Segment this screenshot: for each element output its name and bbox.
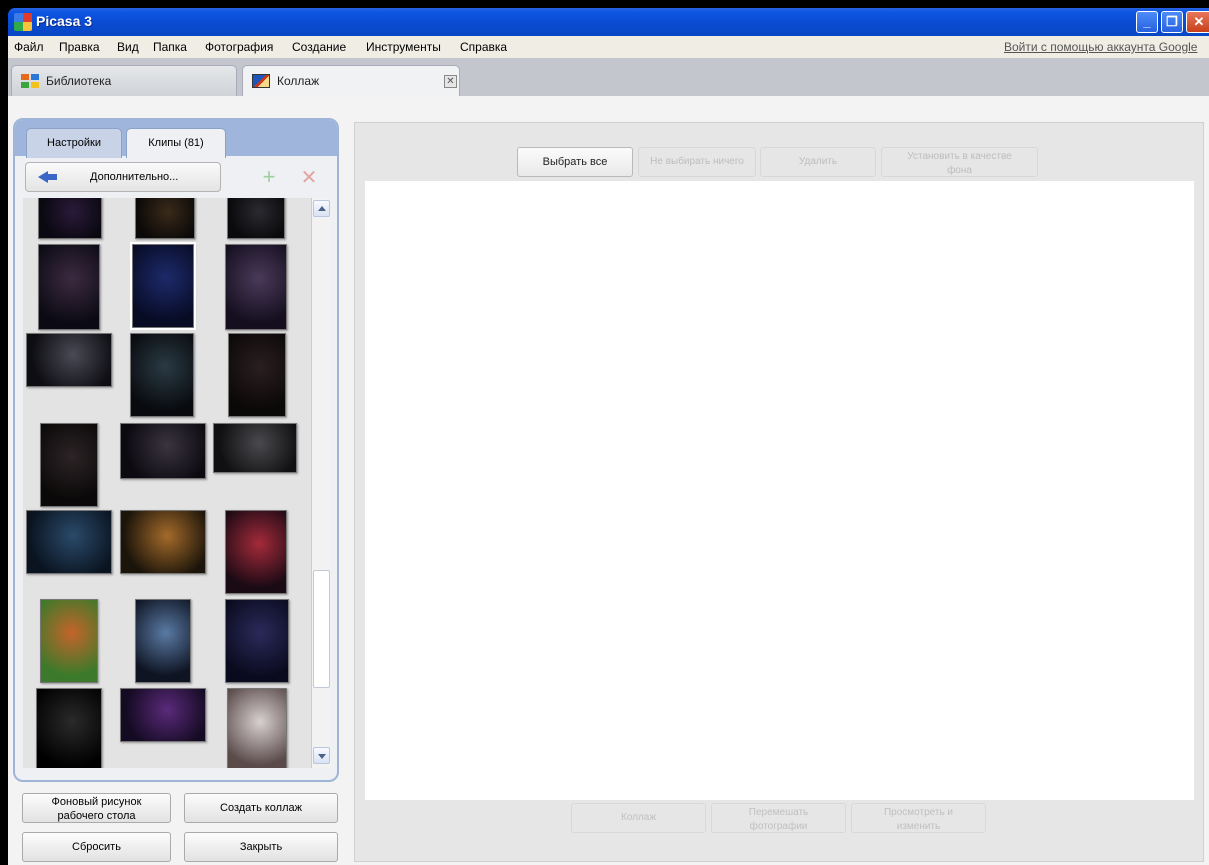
scroll-up-icon[interactable] — [313, 200, 330, 217]
clip-thumbnail[interactable] — [225, 510, 287, 594]
tab-collage[interactable]: Коллаж ✕ — [242, 65, 460, 96]
maximize-button[interactable]: ❐ — [1161, 11, 1183, 33]
title-bar: Picasa 3 _ ❐ ✕ — [8, 8, 1209, 36]
clip-thumbnail[interactable] — [26, 510, 112, 574]
clip-thumbnail[interactable] — [130, 242, 196, 330]
clip-thumbnail[interactable] — [40, 599, 98, 683]
menu-bar: Файл Правка Вид Папка Фотография Создани… — [8, 36, 1209, 58]
clip-thumbnail[interactable] — [38, 244, 100, 330]
menu-file[interactable]: Файл — [14, 40, 44, 54]
wallpaper-button-line2: рабочего стола — [57, 810, 136, 822]
minimize-button[interactable]: _ — [1136, 11, 1158, 33]
clip-thumbnail[interactable] — [227, 688, 287, 768]
select-none-label: Не выбирать ничего — [650, 156, 744, 167]
close-label: Закрыть — [239, 841, 283, 853]
clip-thumbnail[interactable] — [135, 198, 195, 239]
set-background-line2: фона — [947, 165, 972, 176]
clip-thumbnail[interactable] — [130, 333, 194, 417]
menu-help[interactable]: Справка — [460, 40, 507, 54]
close-tab-icon[interactable]: ✕ — [444, 75, 457, 88]
clip-thumbnail[interactable] — [228, 333, 286, 417]
clips-panel: Настройки Клипы (81) Дополнительно... + … — [13, 118, 339, 782]
tab-library-label: Библиотека — [46, 74, 112, 88]
select-none-button[interactable]: Не выбирать ничего — [638, 147, 756, 177]
menu-create[interactable]: Создание — [292, 40, 346, 54]
signin-link[interactable]: Войти с помощью аккаунта Google — [1004, 40, 1197, 54]
menu-photo[interactable]: Фотография — [205, 40, 273, 54]
create-collage-label: Создать коллаж — [220, 802, 302, 814]
clips-thumbnail-grid[interactable] — [23, 198, 313, 768]
tab-library[interactable]: Библиотека — [11, 65, 237, 96]
tab-collage-label: Коллаж — [277, 74, 320, 88]
clip-thumbnail[interactable] — [36, 688, 102, 768]
collage-button-label: Коллаж — [620, 812, 657, 823]
clip-thumbnail[interactable] — [120, 510, 206, 574]
collage-icon — [252, 74, 270, 88]
reset-button[interactable]: Сбросить — [22, 832, 171, 862]
close-button[interactable]: Закрыть — [184, 832, 338, 862]
reset-label: Сбросить — [72, 841, 121, 853]
more-button[interactable]: Дополнительно... — [25, 162, 221, 192]
wallpaper-button[interactable]: Фоновый рисунок рабочего стола — [22, 793, 171, 823]
clip-thumbnail[interactable] — [38, 198, 102, 239]
view-edit-line2: изменить — [896, 821, 941, 832]
menu-view[interactable]: Вид — [117, 40, 139, 54]
menu-tools[interactable]: Инструменты — [366, 40, 441, 54]
clip-thumbnail[interactable] — [213, 423, 297, 473]
delete-label: Удалить — [798, 156, 838, 167]
more-button-label: Дополнительно... — [90, 171, 179, 183]
wallpaper-button-line1: Фоновый рисунок — [51, 796, 142, 808]
shuffle-line1: Перемешать — [748, 807, 809, 818]
add-icon[interactable]: + — [257, 166, 281, 190]
collage-canvas[interactable] — [365, 181, 1194, 800]
clip-thumbnail[interactable] — [225, 244, 287, 330]
set-background-button[interactable]: Установить в качестве фона — [881, 147, 1038, 177]
create-collage-button[interactable]: Создать коллаж — [184, 793, 338, 823]
clip-thumbnail[interactable] — [26, 333, 112, 387]
shuffle-line2: фотографии — [749, 821, 808, 832]
shuffle-photos-button[interactable]: Перемешать фотографии — [711, 803, 846, 833]
clip-thumbnail[interactable] — [227, 198, 285, 239]
view-edit-line1: Просмотреть и — [883, 807, 954, 818]
collage-button[interactable]: Коллаж — [571, 803, 706, 833]
clip-thumbnail[interactable] — [120, 423, 206, 479]
back-arrow-icon — [38, 171, 58, 183]
picasa-app-icon[interactable] — [14, 13, 32, 31]
tab-settings[interactable]: Настройки — [26, 128, 122, 158]
tab-clips[interactable]: Клипы (81) — [126, 128, 226, 158]
scrollbar-thumb[interactable] — [313, 570, 330, 688]
app-tabs: Библиотека Коллаж ✕ — [8, 58, 1209, 96]
select-all-button[interactable]: Выбрать все — [517, 147, 633, 177]
menu-edit[interactable]: Правка — [59, 40, 100, 54]
select-all-label: Выбрать все — [542, 156, 608, 168]
clip-thumbnail[interactable] — [225, 599, 289, 683]
remove-icon[interactable]: ✕ — [297, 166, 321, 190]
library-icon — [21, 74, 39, 88]
clip-thumbnail[interactable] — [135, 599, 191, 683]
clip-thumbnail[interactable] — [120, 688, 206, 742]
clip-thumbnail[interactable] — [40, 423, 98, 507]
close-window-button[interactable]: ✕ — [1186, 11, 1209, 33]
scroll-down-icon[interactable] — [313, 747, 330, 764]
window-title: Picasa 3 — [36, 13, 93, 29]
menu-folder[interactable]: Папка — [153, 40, 187, 54]
delete-button[interactable]: Удалить — [760, 147, 876, 177]
clips-scrollbar[interactable] — [311, 198, 331, 768]
view-edit-button[interactable]: Просмотреть и изменить — [851, 803, 986, 833]
set-background-line1: Установить в качестве — [907, 151, 1012, 162]
